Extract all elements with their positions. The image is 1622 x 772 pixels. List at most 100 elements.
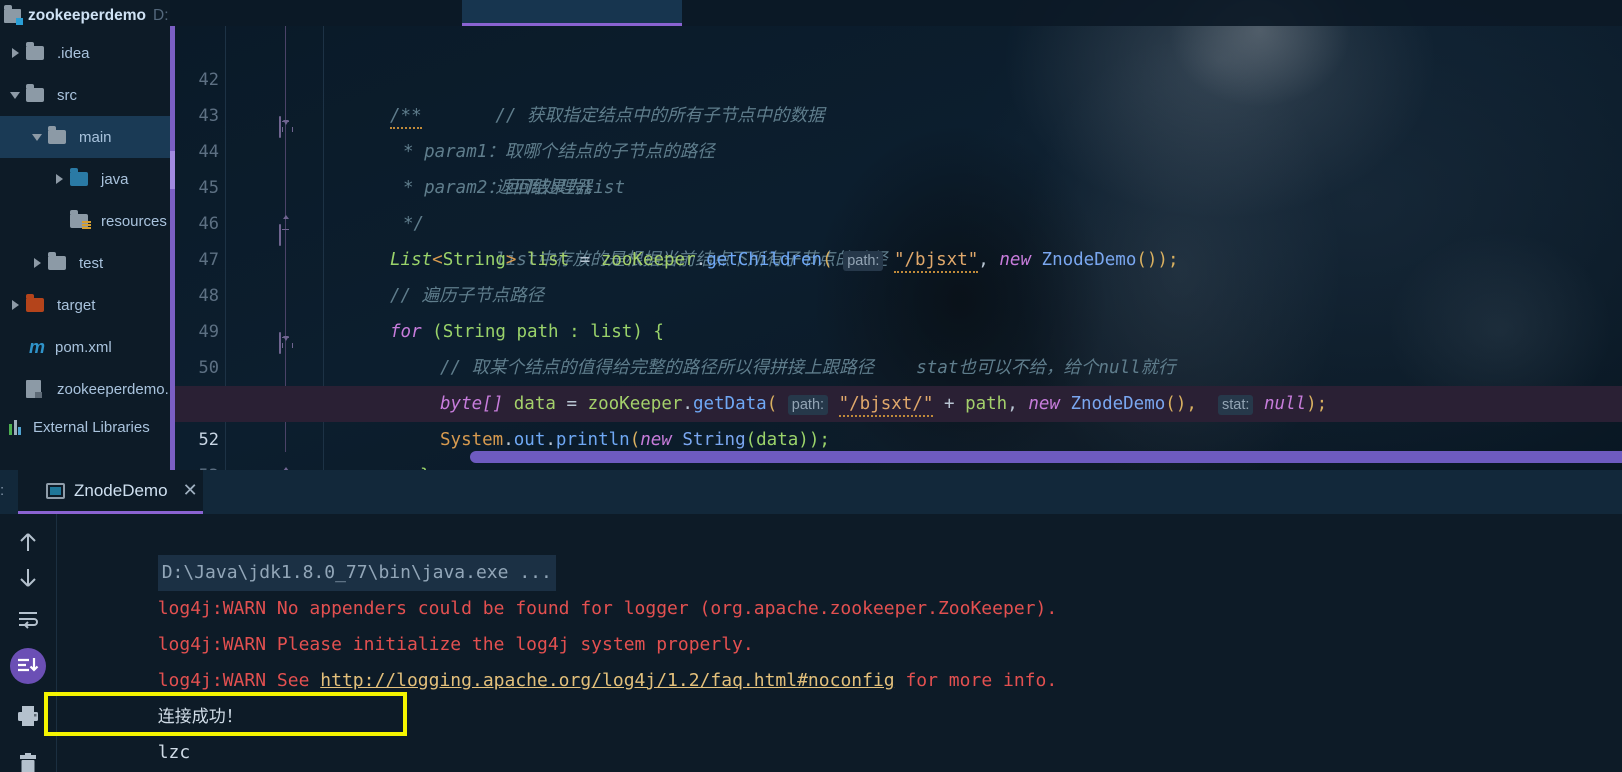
token-method: getChildren [706,250,823,270]
arrow-up-icon[interactable] [0,524,56,560]
token-new: new [640,430,672,450]
folder-icon [48,126,72,144]
close-icon[interactable]: ✕ [183,480,198,501]
project-root-node[interactable]: zookeeperdemo D: [0,0,170,32]
sidebar-item-main[interactable]: main [0,116,170,158]
token-var: list [527,250,570,270]
folder-excluded-icon [26,294,50,312]
token-generic: String [442,250,506,270]
arrow-down-icon[interactable] [0,560,56,596]
chevron-right-icon[interactable] [4,300,26,310]
chevron-down-icon[interactable] [4,91,26,99]
print-icon[interactable] [0,698,56,734]
code-content[interactable]: 42 43 // 获取指定结点中的所有子节点中的数据 返回结果为list lis… [175,26,1622,470]
connection-success-text: 连接成功！ [157,707,243,726]
fold-marker-collapse-icon[interactable] [279,325,293,354]
log4j-faq-link[interactable]: http://logging.apache.org/log4j/1.2/faq.… [320,670,894,691]
code-line[interactable]: 44 /** [175,98,1622,162]
token-comma: , [1007,394,1018,414]
token-comma: , [978,250,989,270]
console-toolbar[interactable] [0,514,56,772]
token-null: null [1263,394,1307,414]
token-out: out [513,430,546,450]
token-plus: + [943,394,955,414]
sidebar-item-test[interactable]: test [0,242,170,284]
chevron-right-icon[interactable] [26,258,48,268]
project-sidebar[interactable]: zookeeperdemo D: .idea src main java res… [0,0,170,470]
token-dot: . [545,430,556,450]
chevron-right-icon[interactable] [4,48,26,58]
console-tab-znodedemo[interactable]: ZnodeDemo ✕ [18,470,203,514]
javadoc-param2: * param2：回调处理器 [403,178,593,198]
editor-tab-strip[interactable] [170,0,1622,26]
sidebar-item-zookeeperdemo-iml[interactable]: zookeeperdemo. [0,368,170,410]
console-tab-strip[interactable]: : ZnodeDemo ✕ [0,470,1622,514]
token-string: "/bjsxt/" [838,394,934,417]
token-assign: = [579,250,591,270]
code-line[interactable]: 47 */ [175,206,1622,270]
token-generic-open: < [432,250,443,270]
token-args: (data)); [745,430,830,450]
trash-icon[interactable] [0,746,56,772]
token-mid: (), [1165,394,1197,414]
token-generic-close: > [505,250,517,270]
sidebar-item-label: pom.xml [55,338,112,356]
sidebar-item-label: src [57,86,77,104]
fold-marker-collapse-icon[interactable] [279,109,293,138]
console-output[interactable]: D:\Java\jdk1.8.0_77\bin\java.exe ... log… [57,514,1622,772]
sidebar-item-external-libraries[interactable]: External Libraries [0,410,170,444]
warning-text: log4j:WARN No appenders could be found f… [157,598,1058,619]
code-line[interactable]: 50 for (String path : list) { [175,314,1622,378]
token-var: data [513,394,556,414]
comment-text-2: stat也可以不给，给个null就行 [916,358,1176,378]
sidebar-item-idea[interactable]: .idea [0,32,170,74]
code-line[interactable]: 43 // 获取指定结点中的所有子节点中的数据 返回结果为list list中存… [175,62,1622,270]
console-tab-label: ZnodeDemo [74,480,168,500]
warning-text-suffix: for more info. [894,670,1058,691]
sidebar-item-resources[interactable]: resources [0,200,170,242]
horizontal-scrollbar[interactable] [470,451,1622,463]
chevron-down-icon[interactable] [26,133,48,141]
chevron-right-icon[interactable] [48,174,70,184]
folder-source-icon [70,168,94,186]
code-line[interactable]: 49 // 遍历子节点路径 [175,278,1622,342]
project-icon [4,5,23,25]
param-hint-stat: stat: [1217,395,1254,415]
sidebar-item-target[interactable]: target [0,284,170,326]
warning-text: log4j:WARN Please initialize the log4j s… [157,634,754,655]
sidebar-item-pom-xml[interactable]: m pom.xml [0,326,170,368]
code-line[interactable]: 51 // 取某个结点的值得给完整的路径所以得拼接上跟路径 stat也可以不给，… [175,350,1622,414]
editor-active-tab[interactable] [462,0,682,26]
token-paren: ( [766,394,778,414]
code-line[interactable]: 42 [175,26,1622,90]
sidebar-item-label: External Libraries [33,418,150,436]
project-path: D: [153,7,169,24]
token-assign: = [566,394,578,414]
code-line[interactable]: 46 * param2：回调处理器 [175,170,1622,234]
token-for-body: (String path : list) { [432,322,664,342]
token-system: System [440,430,504,450]
token-object: zooKeeper [600,250,696,270]
soft-wrap-icon[interactable] [0,602,56,638]
sidebar-item-label: main [79,128,112,146]
comment-text: // 取某个结点的值得给完整的路径所以得拼接上跟路径 [440,358,875,378]
warning-text-prefix: log4j:WARN See [157,670,321,691]
code-line[interactable]: 48 List<String> list = zooKeeper.getChil… [175,242,1622,306]
code-line-current[interactable]: 52 byte[] data = zooKeeper.getData( path… [175,386,1622,450]
token-new: new [999,250,1031,270]
result-value: lzc [157,742,191,763]
token-type: byte[] [440,394,504,414]
code-editor[interactable]: 42 43 // 获取指定结点中的所有子节点中的数据 返回结果为list lis… [170,0,1622,470]
token-path-var: path [965,394,1008,414]
code-line[interactable]: 45 * param1：取哪个结点的子节点的路径 [175,134,1622,198]
token-string: "/bjsxt" [893,250,979,273]
run-console-panel[interactable]: : ZnodeDemo ✕ D:\Java\jdk1.8.0_77\bin\ja… [0,470,1622,772]
sidebar-item-label: test [79,254,104,272]
sidebar-item-src[interactable]: src [0,74,170,116]
token-dot: . [503,430,514,450]
scroll-to-end-icon[interactable] [0,648,56,684]
sidebar-item-label: resources [101,212,167,230]
fold-marker-end-icon[interactable] [279,215,293,246]
token-for: for [390,322,422,342]
sidebar-item-java[interactable]: java [0,158,170,200]
